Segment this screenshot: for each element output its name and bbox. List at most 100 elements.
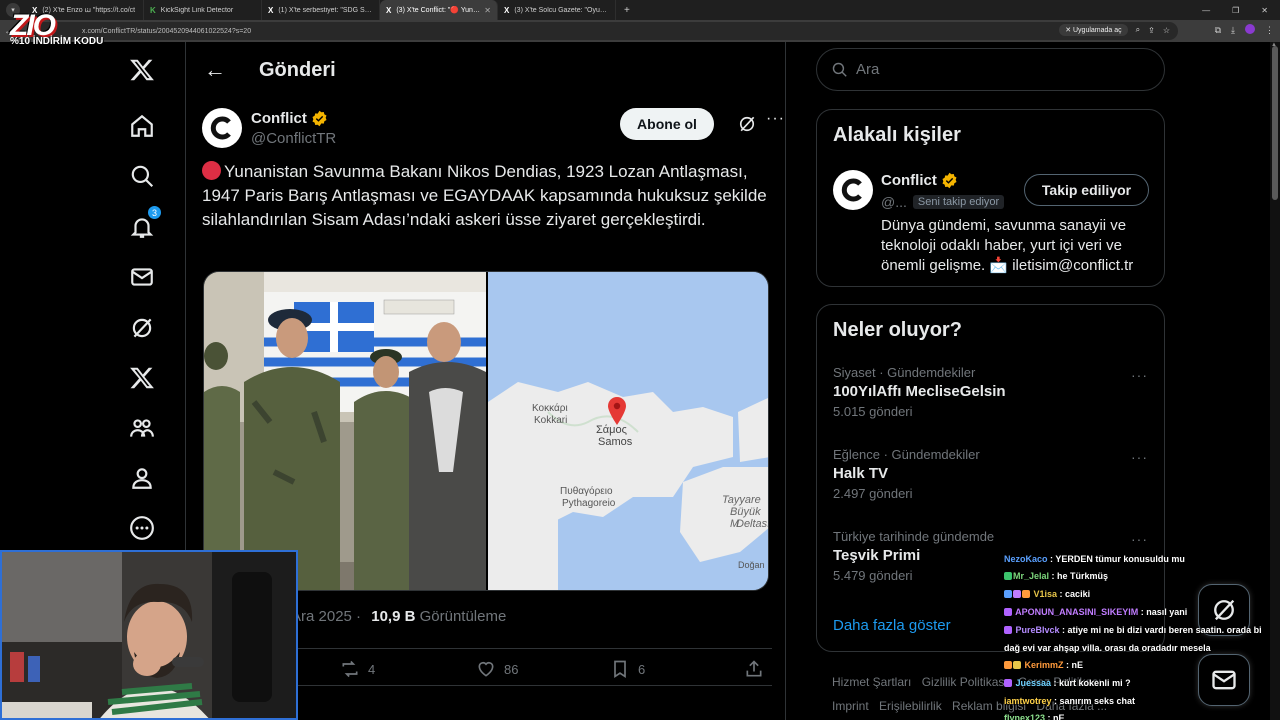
browser-tab-active[interactable]: X (3) X'te Conflict: "🔴 Yunanistan ✕ [380, 0, 498, 20]
map-label-kokkari-local: Κοκκάρι [532, 403, 568, 414]
page-header: ← Gönderi [186, 42, 785, 98]
new-tab-button[interactable]: + [624, 5, 630, 16]
chat-badge-icon [1004, 661, 1012, 669]
search-icon [832, 62, 847, 77]
x-premium-icon[interactable] [128, 364, 156, 392]
webcam-image [2, 552, 296, 718]
tab-favicon-icon: K [150, 5, 156, 15]
share-button[interactable] [744, 659, 764, 679]
military-visit-photo [204, 272, 486, 590]
following-button[interactable]: Takip ediliyor [1024, 174, 1149, 206]
chat-username: APONUN_ANASINI_SIKEYIM [1015, 607, 1139, 617]
footer-link[interactable]: Hizmet Şartları [832, 675, 911, 689]
address-bar[interactable]: x.com/ConflictTR/status/2004520944061022… [28, 22, 1178, 40]
trend-item[interactable]: Eğlence · Gündemdekiler Halk TV 2.497 gö… [833, 447, 1153, 501]
author-avatar[interactable] [202, 108, 242, 148]
tab-close-icon[interactable]: ✕ [484, 6, 491, 15]
download-icon[interactable]: ⤓ [1231, 25, 1235, 36]
zoom-icon[interactable]: ⌕ [1136, 25, 1140, 35]
share-icon[interactable]: ⇪ [1148, 26, 1155, 35]
notifications-bell-icon[interactable]: 3 [128, 205, 162, 241]
chat-username: PureBlvck [1015, 625, 1060, 635]
trend-item[interactable]: Siyaset · Gündemdekiler 100YılAffı Mecli… [833, 365, 1153, 419]
tweet-text: Yunanistan Savunma Bakanı Nikos Dendias,… [202, 160, 772, 232]
chat-message: Juessaa : kürt kokenli mi ? [1004, 675, 1274, 693]
browser-tab[interactable]: X (3) X'te Solcu Gazete: "Oyuncu [498, 0, 616, 20]
communities-icon[interactable] [128, 414, 156, 442]
trend-more-icon[interactable]: ··· [1131, 449, 1148, 465]
related-people-card: Alakalı kişiler Conflict @... Seni takip… [816, 109, 1165, 287]
tweet-map-image[interactable]: Κοκκάρι Kokkari Σάμος Samos Πυθαγόρειο P… [488, 272, 768, 590]
red-circle-emoji-icon [202, 161, 221, 180]
author-name: Conflict [251, 110, 307, 127]
browser-tab[interactable]: K KickSight Link Detector [144, 0, 262, 20]
open-in-app-button[interactable]: ✕ Uygulamada aç [1059, 24, 1128, 36]
tab-favicon-icon: X [386, 5, 392, 15]
chat-username: KerimmZ [1024, 660, 1064, 670]
trend-more-icon[interactable]: ··· [1131, 367, 1148, 383]
map-label-pythagoreio: Pythagoreio [562, 498, 616, 509]
map-label-right-3: Deltası [736, 518, 768, 530]
map-pin-icon [608, 397, 626, 425]
retweet-button[interactable]: 4 [340, 659, 375, 679]
like-count: 86 [504, 661, 519, 677]
tweet-photo[interactable] [204, 272, 486, 590]
scroll-thumb[interactable] [1272, 46, 1278, 200]
bookmark-icon [614, 660, 626, 679]
notification-badge: 3 [147, 205, 162, 220]
bookmark-button[interactable]: 6 [610, 659, 645, 679]
search-icon[interactable] [128, 162, 156, 190]
back-arrow-icon[interactable]: ← [204, 57, 244, 83]
subscribe-button[interactable]: Abone ol [620, 108, 714, 140]
tab-favicon-icon: X [268, 5, 274, 15]
related-name-row[interactable]: Conflict [881, 172, 958, 189]
conflict-logo-icon [841, 178, 862, 202]
related-avatar[interactable] [833, 170, 873, 210]
extensions-icon[interactable]: ⧉ [1215, 25, 1221, 36]
profile-icon[interactable] [128, 464, 156, 492]
search-box[interactable] [816, 48, 1165, 91]
home-icon[interactable] [128, 112, 156, 140]
bookmark-star-icon[interactable]: ☆ [1163, 26, 1170, 35]
show-more-link[interactable]: Daha fazla göster [833, 617, 951, 634]
grok-explain-icon[interactable] [737, 114, 757, 134]
minimize-icon[interactable]: — [1202, 6, 1210, 15]
trend-count: 5.015 gönderi [833, 404, 913, 419]
chat-badge-icon [1004, 590, 1012, 598]
footer-link[interactable]: Gizlilik Politikası [922, 675, 1008, 689]
footer-link[interactable]: Erişilebilirlik [879, 699, 942, 713]
grok-icon[interactable] [128, 314, 156, 342]
related-handle-row: @... Seni takip ediyor [881, 194, 1005, 210]
chat-text: nasıl yani [1146, 607, 1188, 617]
mail-icon[interactable] [128, 263, 156, 291]
more-icon[interactable] [128, 514, 156, 542]
profile-avatar-icon[interactable] [1245, 24, 1255, 36]
browser-tab[interactable]: X (1) X'te serbestiyet: "SDG Sözcü [262, 0, 380, 20]
chat-username: iamtwotrey [1004, 696, 1052, 706]
window-close-icon[interactable]: ✕ [1261, 6, 1268, 15]
chat-badge-icon [1004, 572, 1012, 580]
like-button[interactable]: 86 [476, 659, 518, 679]
tweet-date[interactable]: Ara 2025 [291, 608, 352, 625]
more-options-icon[interactable]: ··· [766, 110, 785, 128]
chat-badge-icon [1004, 608, 1012, 616]
footer-link[interactable]: Imprint [832, 699, 869, 713]
related-handle[interactable]: @... [881, 194, 907, 210]
verified-badge-icon [942, 172, 957, 189]
trend-category: Siyaset · Gündemdekiler [833, 365, 976, 380]
views-label: Görüntüleme [419, 608, 507, 625]
url-text: x.com/ConflictTR/status/2004520944061022… [82, 27, 252, 35]
tweet-body: Yunanistan Savunma Bakanı Nikos Dendias,… [202, 162, 767, 229]
chat-badge-icon [1004, 679, 1012, 687]
browser-menu-icon[interactable]: ⋮ [1265, 25, 1274, 36]
tab-title: (3) X'te Conflict: "🔴 Yunanistan [396, 7, 481, 14]
follows-you-badge: Seni takip ediyor [912, 195, 1005, 209]
author-name-row[interactable]: Conflict [251, 110, 328, 127]
map-label-right-4: Doğan [738, 560, 765, 570]
author-handle[interactable]: @ConflictTR [251, 130, 336, 147]
trend-more-icon[interactable]: ··· [1131, 531, 1148, 547]
search-input[interactable] [856, 61, 1136, 78]
x-logo-icon[interactable] [128, 56, 156, 84]
maximize-icon[interactable]: ❐ [1232, 6, 1239, 15]
share-upload-icon [746, 660, 762, 677]
